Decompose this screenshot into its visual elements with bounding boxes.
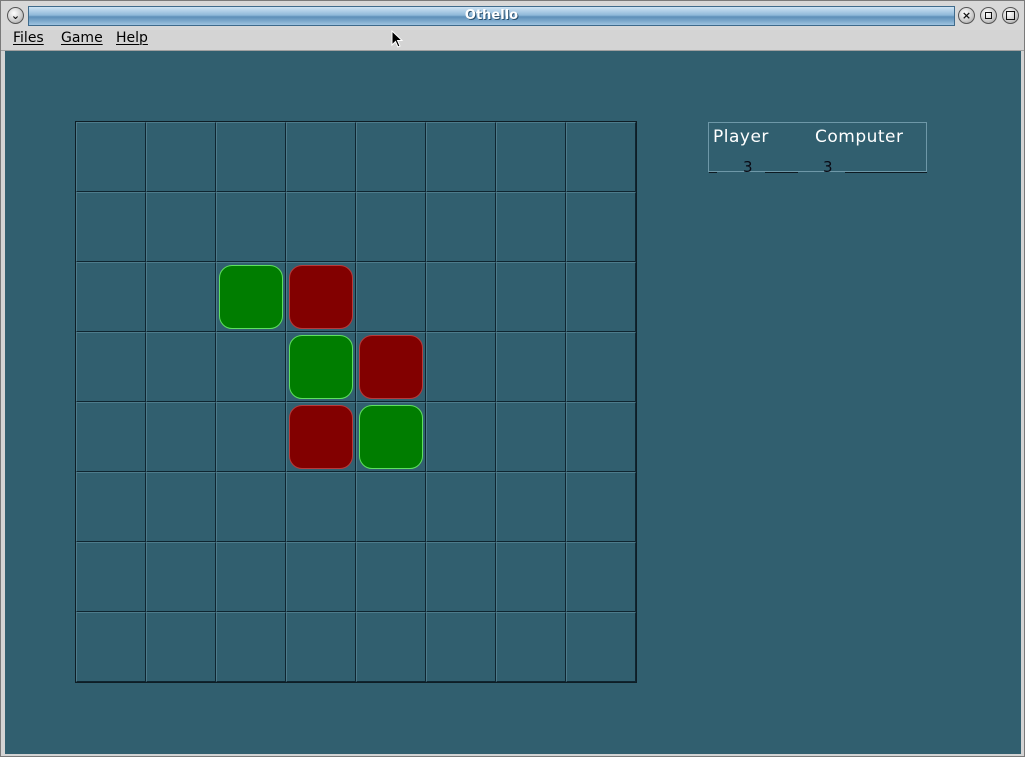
board-cell-r2-c2[interactable]	[216, 262, 286, 332]
menu-game[interactable]: Game	[61, 30, 103, 47]
board-cell-r5-c3[interactable]	[286, 472, 356, 542]
board-cell-r3-c3[interactable]	[286, 332, 356, 402]
player-score: 3	[743, 158, 753, 176]
board-cell-r6-c1[interactable]	[146, 542, 216, 612]
mouse-cursor-icon	[391, 30, 404, 48]
board-cell-r7-c7[interactable]	[566, 612, 636, 682]
board-cell-r4-c5[interactable]	[426, 402, 496, 472]
board-cell-r3-c1[interactable]	[146, 332, 216, 402]
player-label: Player	[713, 127, 769, 147]
board-cell-r2-c7[interactable]	[566, 262, 636, 332]
title-bar[interactable]: ⌄ Othello ×	[1, 1, 1024, 30]
board-cell-r1-c3[interactable]	[286, 192, 356, 262]
board-cell-r1-c5[interactable]	[426, 192, 496, 262]
board-cell-r3-c5[interactable]	[426, 332, 496, 402]
board-cell-r1-c0[interactable]	[76, 192, 146, 262]
othello-window: ⌄ Othello × Files Game Help Player Compu…	[0, 0, 1025, 757]
board-cell-r2-c6[interactable]	[496, 262, 566, 332]
board-cell-r4-c1[interactable]	[146, 402, 216, 472]
board-cell-r5-c4[interactable]	[356, 472, 426, 542]
board-cell-r2-c5[interactable]	[426, 262, 496, 332]
board-cell-r0-c6[interactable]	[496, 122, 566, 192]
board-cell-r3-c7[interactable]	[566, 332, 636, 402]
computer-label: Computer	[815, 127, 904, 147]
board-cell-r6-c7[interactable]	[566, 542, 636, 612]
menu-files[interactable]: Files	[13, 30, 44, 47]
board-cell-r7-c5[interactable]	[426, 612, 496, 682]
board-cell-r5-c0[interactable]	[76, 472, 146, 542]
board-cell-r7-c4[interactable]	[356, 612, 426, 682]
maximize-icon	[1006, 11, 1015, 20]
board-cell-r1-c2[interactable]	[216, 192, 286, 262]
minimize-icon	[985, 12, 992, 19]
player-score-underline-left	[709, 172, 717, 173]
chevron-down-icon: ⌄	[10, 9, 21, 22]
minimize-button[interactable]	[980, 7, 997, 24]
board-cell-r6-c2[interactable]	[216, 542, 286, 612]
green-piece	[359, 405, 423, 469]
green-piece	[219, 265, 283, 329]
board-cell-r5-c1[interactable]	[146, 472, 216, 542]
computer-score: 3	[823, 158, 833, 176]
board-cell-r1-c4[interactable]	[356, 192, 426, 262]
player-score-underline-right	[765, 172, 798, 173]
board-cell-r7-c6[interactable]	[496, 612, 566, 682]
board-cell-r0-c4[interactable]	[356, 122, 426, 192]
board-cell-r5-c7[interactable]	[566, 472, 636, 542]
board-cell-r2-c0[interactable]	[76, 262, 146, 332]
board-cell-r0-c5[interactable]	[426, 122, 496, 192]
board-cell-r0-c2[interactable]	[216, 122, 286, 192]
board-cell-r2-c4[interactable]	[356, 262, 426, 332]
board-cell-r4-c2[interactable]	[216, 402, 286, 472]
board-cell-r7-c3[interactable]	[286, 612, 356, 682]
close-button[interactable]: ×	[958, 7, 975, 24]
board-cell-r0-c0[interactable]	[76, 122, 146, 192]
board-cell-r1-c1[interactable]	[146, 192, 216, 262]
close-icon: ×	[961, 9, 972, 22]
board-cell-r4-c3[interactable]	[286, 402, 356, 472]
othello-board	[75, 121, 637, 683]
window-menu-button[interactable]: ⌄	[7, 7, 24, 24]
board-cell-r4-c4[interactable]	[356, 402, 426, 472]
board-cell-r6-c5[interactable]	[426, 542, 496, 612]
red-piece	[359, 335, 423, 399]
board-cell-r2-c3[interactable]	[286, 262, 356, 332]
red-piece	[289, 405, 353, 469]
board-cell-r6-c0[interactable]	[76, 542, 146, 612]
board-cell-r1-c7[interactable]	[566, 192, 636, 262]
board-cell-r7-c0[interactable]	[76, 612, 146, 682]
board-cell-r0-c3[interactable]	[286, 122, 356, 192]
menu-bar: Files Game Help	[1, 30, 1024, 51]
menu-help[interactable]: Help	[116, 30, 148, 47]
board-cell-r5-c2[interactable]	[216, 472, 286, 542]
window-title: Othello	[464, 8, 519, 23]
board-cell-r4-c7[interactable]	[566, 402, 636, 472]
board-cell-r6-c6[interactable]	[496, 542, 566, 612]
board-cell-r6-c3[interactable]	[286, 542, 356, 612]
board-cell-r3-c2[interactable]	[216, 332, 286, 402]
score-panel: Player Computer 3 3	[708, 122, 927, 176]
maximize-button[interactable]	[1002, 7, 1019, 24]
board-cell-r3-c4[interactable]	[356, 332, 426, 402]
board-cell-r3-c0[interactable]	[76, 332, 146, 402]
board-cell-r1-c6[interactable]	[496, 192, 566, 262]
board-cell-r0-c7[interactable]	[566, 122, 636, 192]
red-piece	[289, 265, 353, 329]
green-piece	[289, 335, 353, 399]
board-cell-r3-c6[interactable]	[496, 332, 566, 402]
game-area: Player Computer 3 3	[5, 51, 1021, 754]
board-cell-r5-c5[interactable]	[426, 472, 496, 542]
board-cell-r2-c1[interactable]	[146, 262, 216, 332]
board-cell-r5-c6[interactable]	[496, 472, 566, 542]
title-strip[interactable]: Othello	[28, 6, 955, 26]
computer-score-underline	[845, 172, 927, 173]
board-cell-r7-c2[interactable]	[216, 612, 286, 682]
board-cell-r7-c1[interactable]	[146, 612, 216, 682]
board-cell-r4-c0[interactable]	[76, 402, 146, 472]
board-cell-r6-c4[interactable]	[356, 542, 426, 612]
board-cell-r4-c6[interactable]	[496, 402, 566, 472]
board-cell-r0-c1[interactable]	[146, 122, 216, 192]
